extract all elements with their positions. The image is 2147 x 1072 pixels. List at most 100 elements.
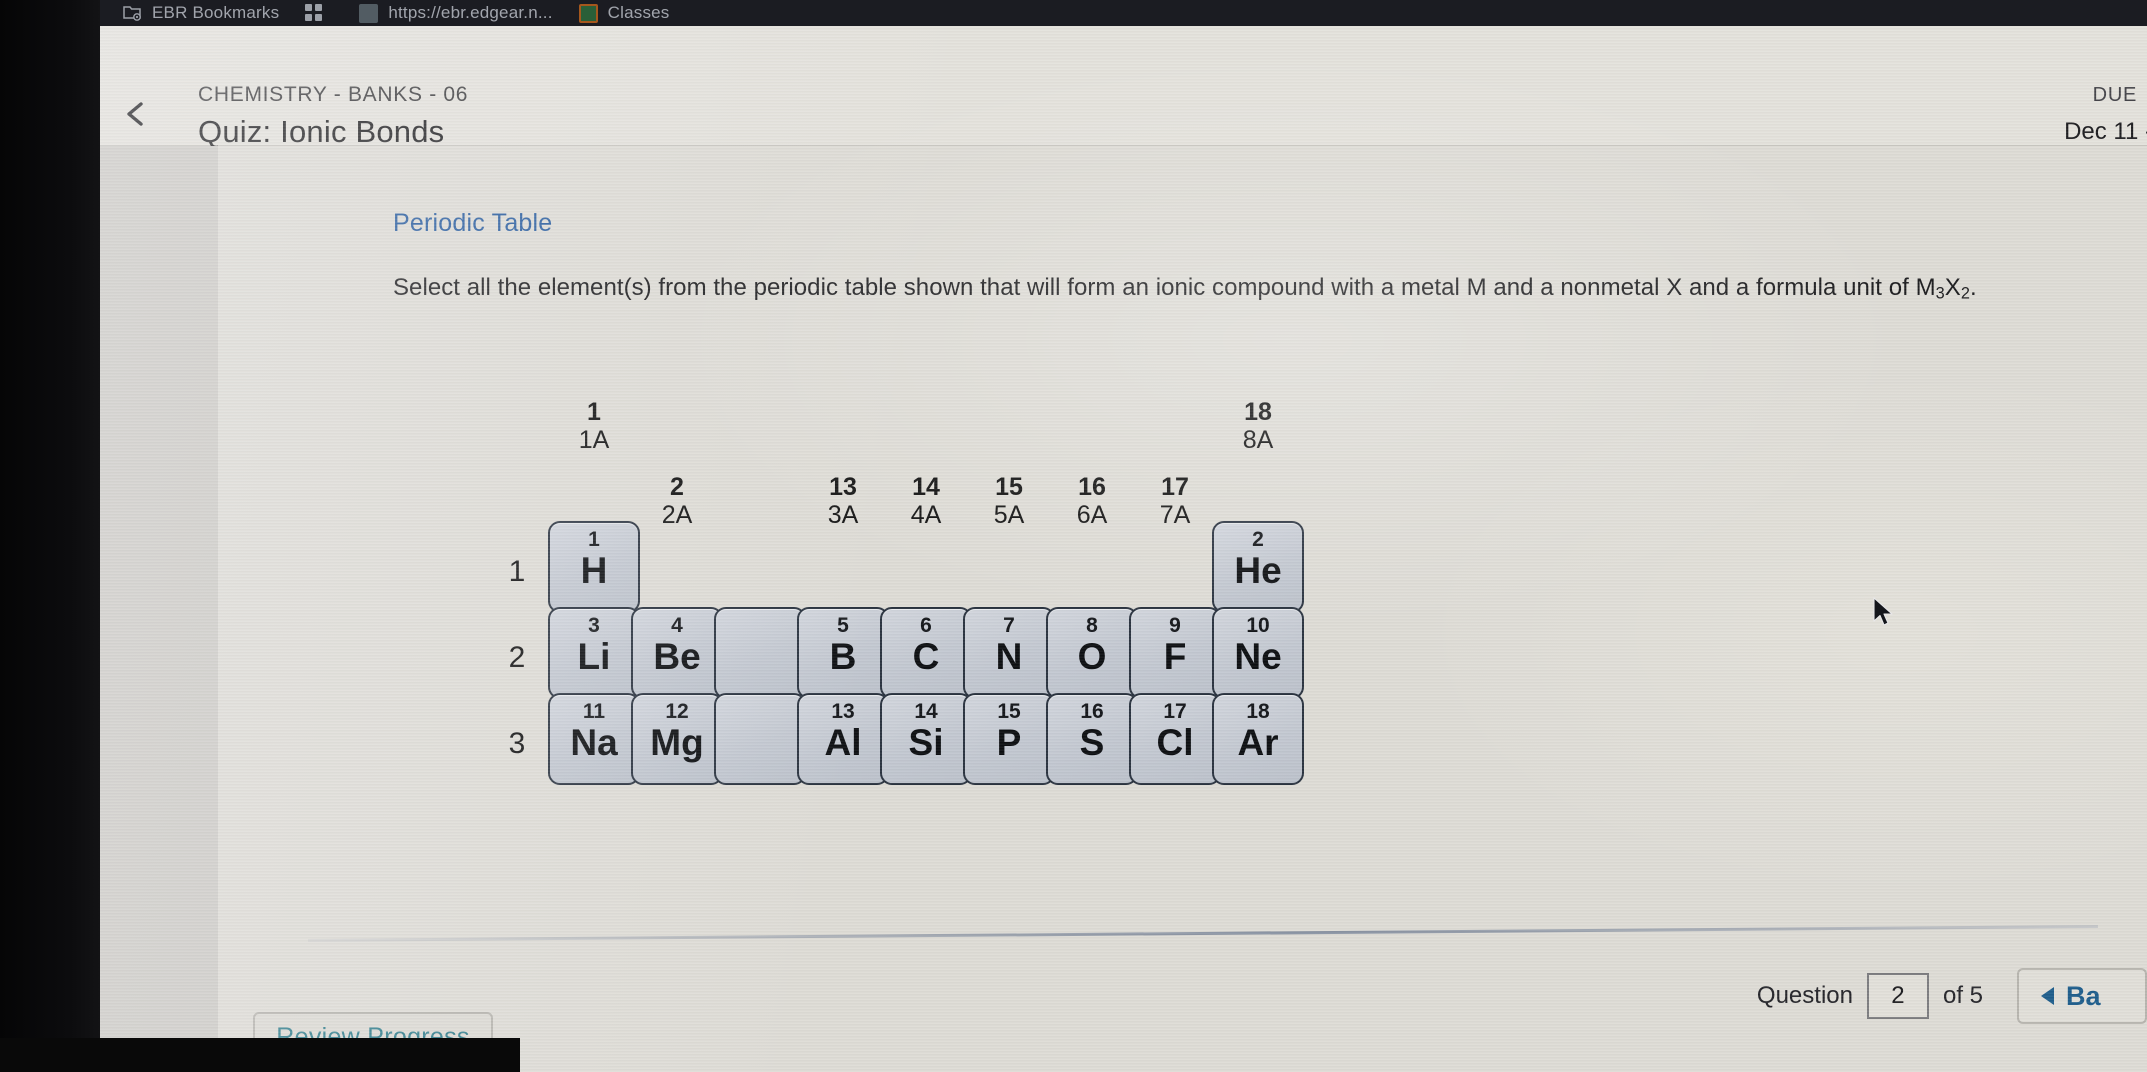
atomic-number: 8 [1086, 614, 1098, 637]
quiz-content: Periodic Table Select all the element(s)… [218, 146, 2147, 1072]
group-number-label: 18 [1244, 398, 1272, 426]
element-symbol: Mg [650, 722, 704, 763]
question-prompt-text: Select all the element(s) from the perio… [393, 274, 1936, 301]
chevron-left-icon[interactable] [122, 100, 150, 128]
screen-bezel-bottom [0, 1038, 520, 1072]
group-number-label: 2 [670, 473, 684, 501]
atomic-number: 10 [1246, 614, 1270, 637]
triangle-left-icon [2041, 987, 2054, 1005]
group-roman-label: 3A [827, 501, 859, 529]
back-button[interactable]: Ba [2017, 968, 2147, 1024]
atomic-number: 16 [1080, 700, 1104, 723]
element-cell-na[interactable]: 11 Na [548, 693, 640, 785]
page-title: Quiz: Ionic Bonds [198, 114, 445, 149]
group-number-label: 1 [587, 398, 601, 426]
bookmark-label: https://ebr.edgear.n... [388, 3, 553, 22]
element-cell-cl[interactable]: 17 Cl [1129, 693, 1221, 785]
formula-period: . [1969, 274, 1977, 301]
element-cell-h[interactable]: 1H [548, 521, 640, 613]
browser-bookmarks-bar: EBR Bookmarks https://ebr.edgear.n... Cl… [100, 0, 2147, 26]
bookmark-ebr-edgear[interactable]: https://ebr.edgear.n... [359, 3, 552, 23]
bookmark-apps-grid[interactable] [305, 4, 333, 22]
atomic-number: 15 [997, 700, 1021, 723]
period-label: 1 [508, 555, 526, 588]
atomic-number: 5 [837, 614, 849, 637]
element-cell-ar[interactable]: 18 Ar [1212, 693, 1304, 785]
element-symbol: C [912, 636, 940, 677]
site-favicon [359, 3, 379, 23]
atomic-number: 1 [588, 528, 600, 551]
formula-x: X [1944, 274, 1961, 301]
element-symbol: H [580, 550, 608, 591]
back-button-label: Ba [2066, 980, 2101, 1011]
question-number-input[interactable]: 2 [1866, 973, 1929, 1019]
element-symbol: Li [577, 636, 611, 677]
atomic-number: 14 [914, 700, 938, 723]
group-number-label: 16 [1078, 473, 1106, 501]
element-cell-b[interactable]: 5B [797, 607, 889, 699]
element-symbol: F [1163, 636, 1187, 677]
atomic-number: 6 [920, 614, 932, 637]
element-symbol: Cl [1156, 722, 1194, 763]
element-cell-p[interactable]: 15 P [963, 693, 1055, 785]
bookmark-classes[interactable]: Classes [578, 3, 670, 23]
atomic-number: 11 [582, 700, 606, 723]
question-total-label: of 5 [1942, 982, 1983, 1009]
question-prompt: Select all the element(s) from the perio… [393, 271, 2083, 306]
group-roman-label: 1A [578, 426, 610, 454]
element-symbol: S [1079, 722, 1105, 763]
question-label: Question [1756, 982, 1853, 1009]
element-cell-ne[interactable]: 10 Ne [1212, 607, 1304, 699]
atomic-number: 3 [588, 614, 600, 637]
element-cell-mg[interactable]: 12 Mg [631, 693, 723, 785]
element-cell-li[interactable]: 3 Li [548, 607, 640, 699]
web-page: CHEMISTRY - BANKS - 06 Quiz: Ionic Bonds… [100, 26, 2147, 1072]
element-symbol: Al [824, 722, 862, 763]
group-roman-label: 8A [1242, 426, 1274, 454]
element-symbol: O [1077, 636, 1107, 677]
period-label: 3 [508, 727, 526, 760]
group-roman-label: 2A [661, 501, 693, 529]
element-symbol: Ar [1237, 722, 1279, 763]
element-cell-si[interactable]: 14 Si [880, 693, 972, 785]
screen-photo: EBR Bookmarks https://ebr.edgear.n... Cl… [0, 0, 2147, 1072]
classes-favicon [578, 3, 598, 23]
due-date: Dec 11 - [2064, 118, 2147, 145]
element-cell-be[interactable]: 4 Be [631, 607, 723, 699]
element-cell-o[interactable]: 8O [1046, 607, 1138, 699]
element-cell-c[interactable]: 6C [880, 607, 972, 699]
element-cell-he[interactable]: 2 He [1212, 521, 1304, 613]
group-number-label: 13 [829, 473, 857, 501]
element-symbol: B [829, 636, 857, 677]
formula-subscript-3: 3 [1935, 284, 1945, 303]
element-symbol: Si [908, 722, 944, 763]
atomic-number: 9 [1169, 614, 1181, 637]
periodic-table-link[interactable]: Periodic Table [393, 209, 552, 238]
atomic-number: 7 [1003, 614, 1015, 637]
atomic-number: 4 [671, 614, 683, 637]
element-symbol: He [1234, 550, 1282, 591]
element-symbol: P [996, 722, 1022, 763]
question-navigation: Question 2 of 5 Ba [1757, 968, 2147, 1024]
element-cell-empty [714, 607, 806, 699]
atomic-number: 13 [831, 700, 855, 723]
course-name: CHEMISTRY - BANKS - 06 [198, 83, 469, 106]
left-rail [100, 146, 218, 1072]
element-symbol: N [995, 636, 1023, 677]
element-cell-f[interactable]: 9F [1129, 607, 1221, 699]
atomic-number: 18 [1246, 700, 1270, 723]
element-symbol: Be [653, 636, 701, 677]
due-label: DUE [2092, 84, 2137, 106]
element-cell-al[interactable]: 13 Al [797, 693, 889, 785]
folder-gear-icon [122, 3, 142, 23]
element-cell-n[interactable]: 7N [963, 607, 1055, 699]
group-roman-label: 7A [1159, 501, 1191, 529]
element-cell-s[interactable]: 16 S [1046, 693, 1138, 785]
bookmark-ebr-bookmarks[interactable]: EBR Bookmarks [122, 3, 279, 23]
group-number-label: 15 [995, 473, 1023, 501]
group-roman-label: 5A [993, 501, 1025, 529]
formula-subscript-2: 2 [1960, 284, 1970, 303]
atomic-number: 17 [1163, 700, 1187, 723]
group-roman-label: 6A [1076, 501, 1108, 529]
group-number-label: 17 [1161, 473, 1189, 501]
